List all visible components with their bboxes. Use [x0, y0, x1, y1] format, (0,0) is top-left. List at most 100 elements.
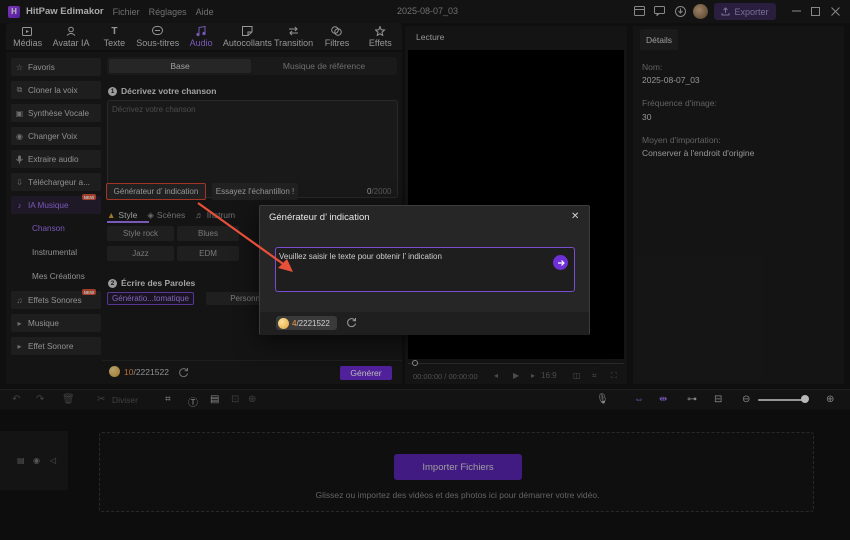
ai-music-icon: ♪: [17, 200, 22, 210]
snapshot-icon[interactable]: ◫: [573, 371, 581, 380]
style-chip-blues[interactable]: Blues: [177, 226, 239, 241]
fullscreen-icon[interactable]: ⛶: [611, 371, 617, 381]
scrubber-handle[interactable]: [412, 360, 418, 366]
preview-scrubber[interactable]: [408, 363, 624, 364]
try-sample-button[interactable]: Essayez l'échantillon !: [212, 183, 298, 200]
aspect-ratio[interactable]: 16:9: [541, 371, 557, 380]
refresh-icon[interactable]: [346, 317, 357, 328]
mic-record-icon[interactable]: 🎙: [596, 394, 609, 405]
sidebar-item-label: Effet Sonore: [28, 341, 74, 351]
close-window-icon[interactable]: [828, 4, 842, 18]
menu-fichier[interactable]: Fichier: [113, 7, 140, 17]
media-drop-zone[interactable]: Importer Fichiers Glissez ou importez de…: [99, 432, 814, 512]
zoom-in-icon[interactable]: ⊕: [826, 394, 834, 405]
sidebar-item-telechargeur[interactable]: ⇩ Téléchargeur a...: [11, 173, 101, 191]
close-icon[interactable]: ✕: [571, 212, 579, 222]
next-frame-icon[interactable]: ▸: [531, 371, 535, 380]
crop-tool-icon[interactable]: ⌗: [165, 394, 171, 405]
tab-autocollants[interactable]: Autocollants: [223, 23, 272, 50]
flame-icon: ▲: [107, 210, 116, 220]
segment-reference-music[interactable]: Musique de référence: [253, 59, 395, 73]
track-lock-icon[interactable]: ▤: [17, 456, 25, 465]
zoom-slider-handle[interactable]: [801, 395, 809, 403]
import-files-button[interactable]: Importer Fichiers: [394, 454, 522, 480]
style-chip-jazz[interactable]: Jazz: [107, 246, 174, 261]
minimize-icon[interactable]: [789, 4, 803, 18]
redo-icon[interactable]: ↷: [36, 394, 44, 405]
scissors-icon[interactable]: ✂: [97, 394, 105, 405]
feedback-icon[interactable]: [652, 4, 666, 18]
sidebar-item-changer-voix[interactable]: ◉ Changer Voix: [11, 127, 101, 145]
sidebar-item-musique[interactable]: ▸ Musique: [11, 314, 101, 332]
user-avatar[interactable]: [693, 4, 708, 19]
hint-prompt-input[interactable]: Veuillez saisir le texte pour obtenir l’…: [275, 247, 575, 292]
char-counter: 0/2000: [367, 187, 391, 196]
sidebar-item-synthese-vocale[interactable]: ▣ Synthèse Vocale: [11, 104, 101, 122]
refresh-icon[interactable]: [178, 367, 189, 378]
track-visibility-icon[interactable]: ◉: [33, 456, 40, 465]
tab-label: Avatar IA: [52, 37, 90, 48]
track-mute-icon[interactable]: ◁: [50, 456, 56, 465]
subtab-instruments[interactable]: ♬ Instrum: [195, 210, 235, 220]
tab-details[interactable]: Détails: [640, 29, 678, 50]
tab-audio[interactable]: Audio: [180, 23, 223, 50]
prev-frame-icon[interactable]: ◂: [494, 371, 498, 380]
split-label[interactable]: Diviser: [112, 395, 138, 405]
sidebar-item-cloner-voix[interactable]: ⧉ Cloner la voix: [11, 81, 101, 99]
tab-texte[interactable]: T Texte: [93, 23, 136, 50]
tab-sous-titres[interactable]: Sous-titres: [136, 23, 179, 50]
feature-tabs: Médias Avatar IA T Texte Sous-titres Audi…: [6, 23, 402, 50]
coin-icon: [109, 366, 120, 377]
sidebar-sub-chanson[interactable]: Chanson: [32, 224, 65, 233]
sidebar-item-label: Synthèse Vocale: [28, 108, 89, 118]
delete-icon[interactable]: 🗑: [62, 394, 75, 405]
hint-generator-button[interactable]: Générateur d’ indication: [106, 183, 206, 200]
dialog-footer: 4/2221522: [260, 312, 589, 335]
maximize-icon[interactable]: [808, 4, 822, 18]
tab-transition[interactable]: Transition: [272, 23, 315, 50]
style-chip-edm[interactable]: EDM: [177, 246, 239, 261]
sidebar-sub-mes-creations[interactable]: Mes Créations: [32, 272, 85, 281]
chain-icon[interactable]: ⊶: [687, 394, 697, 405]
subtab-scenes[interactable]: ◈ Scènes: [147, 210, 185, 221]
lyrics-auto-generate-chip[interactable]: Génératio...tomatique: [107, 292, 194, 305]
sidebar-item-label: Favoris: [28, 62, 55, 72]
export-button[interactable]: Exporter: [714, 3, 776, 20]
download-icon[interactable]: [673, 4, 687, 18]
menu-reglages[interactable]: Réglages: [149, 7, 187, 17]
sound-effects-icon: ♫: [16, 295, 23, 305]
tab-medias[interactable]: Médias: [6, 23, 49, 50]
sidebar-item-effet-sonore[interactable]: ▸ Effet Sonore: [11, 337, 101, 355]
tab-avatar-ia[interactable]: Avatar IA: [49, 23, 92, 50]
add-track-icon[interactable]: ⊕: [248, 394, 256, 405]
menu-aide[interactable]: Aide: [196, 7, 214, 17]
undo-icon[interactable]: ↶: [12, 394, 20, 405]
sidebar-item-extraire-audio[interactable]: Extraire audio: [11, 150, 101, 168]
tab-filtres[interactable]: Filtres: [315, 23, 358, 50]
zoom-out-icon[interactable]: ⊖: [742, 394, 750, 405]
crop-icon[interactable]: ⌗: [592, 371, 597, 381]
lyrics-custom-chip[interactable]: Personn: [206, 292, 266, 305]
tab-label: Autocollants: [222, 37, 272, 48]
sidebar-item-favoris[interactable]: ☆ Favoris: [11, 58, 101, 76]
layout-icon[interactable]: [632, 4, 646, 18]
project-title: 2025-08-07_03: [397, 6, 459, 16]
tab-label: Médias: [13, 37, 43, 48]
generate-button[interactable]: Générer: [340, 366, 392, 380]
section-lyrics-title: 2 Écrire des Paroles: [108, 278, 195, 288]
magnet-icon[interactable]: ⇹: [659, 394, 667, 405]
style-chip-rock[interactable]: Style rock: [107, 226, 174, 241]
tab-effets[interactable]: Effets: [359, 23, 402, 50]
text-tool-icon[interactable]: Ⓣ: [188, 394, 198, 409]
sidebar-sub-instrumental[interactable]: Instrumental: [32, 248, 77, 257]
subtitle-tool-icon[interactable]: ▤: [210, 394, 219, 405]
segment-base[interactable]: Base: [109, 59, 251, 73]
more-tool-icon[interactable]: ⊡: [231, 394, 239, 405]
download-icon: ⇩: [16, 177, 23, 187]
play-icon[interactable]: ▶: [513, 371, 519, 380]
link-clips-icon[interactable]: ⇔: [634, 394, 644, 405]
send-button[interactable]: [553, 255, 568, 270]
fit-icon[interactable]: ⊟: [714, 394, 722, 405]
sidebar-item-label: Extraire audio: [28, 154, 79, 164]
subtab-style[interactable]: ▲ Style: [107, 210, 137, 220]
